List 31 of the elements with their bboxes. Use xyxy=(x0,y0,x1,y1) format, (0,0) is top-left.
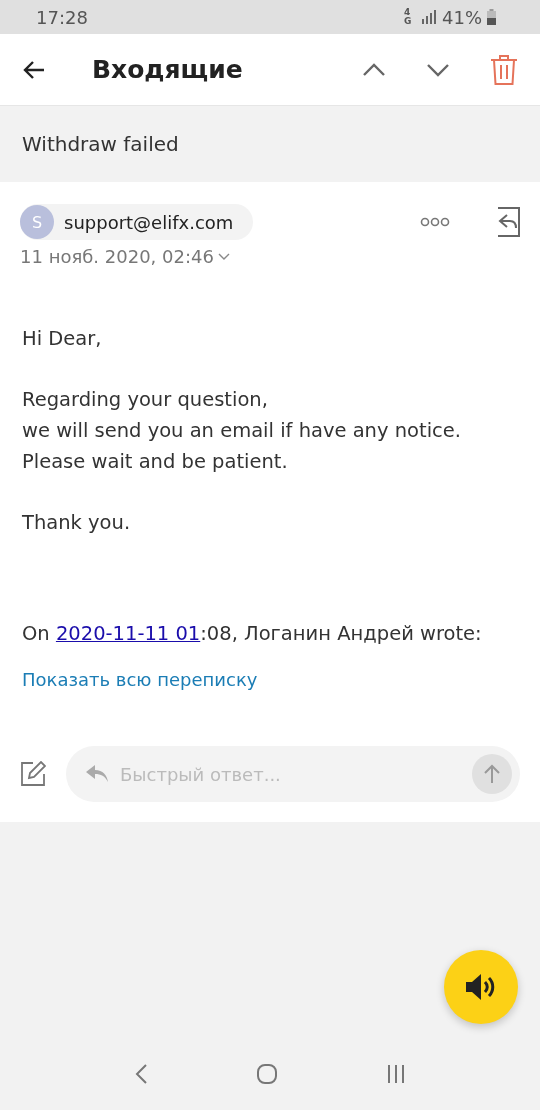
more-icon[interactable] xyxy=(420,217,450,227)
chevron-up-icon[interactable] xyxy=(362,62,386,77)
message-paragraph: Thank you. xyxy=(22,510,132,536)
battery-percent: 41% xyxy=(442,6,482,28)
speaker-button[interactable] xyxy=(444,950,518,1024)
email-subject: Withdraw failed xyxy=(22,132,179,156)
send-button[interactable] xyxy=(472,754,512,794)
message-paragraph: Regarding your question, we will send you an email if have any notice. Please wait and be patient. xyxy=(22,387,462,475)
status-time: 17:28 xyxy=(36,6,88,28)
chevron-down-icon[interactable] xyxy=(426,62,450,77)
sender-chip[interactable]: S support@elifx.com xyxy=(20,204,254,240)
network-type: 4G xyxy=(404,8,413,26)
quick-reply-field[interactable]: Быстрый ответ... xyxy=(118,762,462,786)
battery-icon xyxy=(487,9,496,25)
back-nav-icon[interactable] xyxy=(134,1063,148,1085)
arrow-up-icon xyxy=(483,764,501,784)
date-link[interactable]: 2020-11-11 01 xyxy=(55,622,201,645)
screen-title: Входящие xyxy=(92,55,244,84)
back-icon[interactable] xyxy=(22,59,46,80)
trash-icon[interactable] xyxy=(490,54,518,85)
recents-icon[interactable] xyxy=(386,1064,406,1084)
home-icon[interactable] xyxy=(256,1063,278,1085)
quick-reply-bar[interactable]: Быстрый ответ... xyxy=(66,746,520,802)
signal-icon xyxy=(421,10,437,24)
message-paragraph: Hi Dear, xyxy=(22,326,103,352)
email-date: 11 нояб. 2020, 02:46 xyxy=(20,246,214,267)
compose-icon[interactable] xyxy=(20,761,46,787)
quote-header: On 2020-11-11 01:08, Логанин Андрей wrote: xyxy=(22,622,483,645)
reply-arrow-icon xyxy=(86,765,108,783)
chevron-down-icon[interactable] xyxy=(217,252,230,261)
show-thread-link[interactable]: Показать всю переписку xyxy=(22,669,258,690)
